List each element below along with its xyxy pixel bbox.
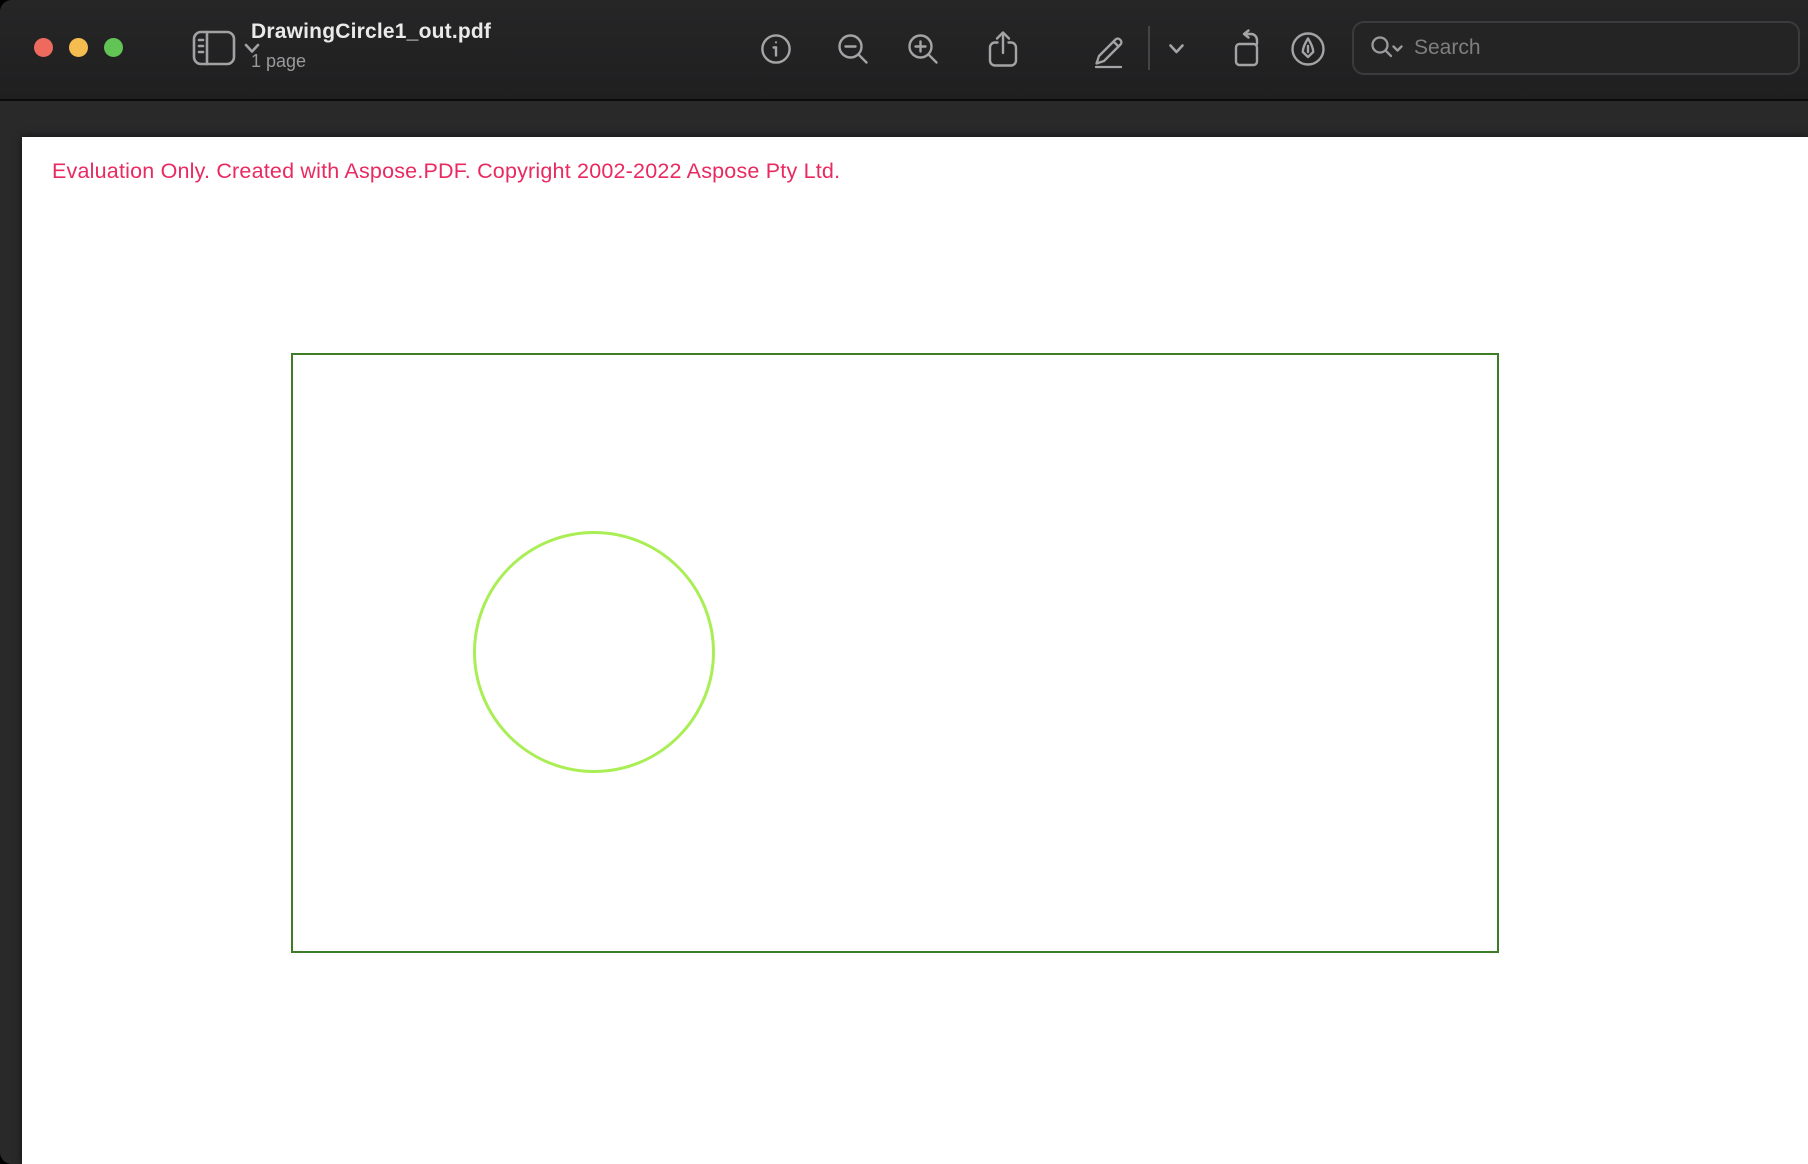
zoom-out-button[interactable]: [831, 27, 875, 71]
markup-options-button[interactable]: [1154, 27, 1198, 71]
toolbar-divider: [1148, 26, 1150, 70]
annotate-button[interactable]: [1286, 27, 1330, 71]
share-icon: [984, 29, 1022, 69]
minimize-button[interactable]: [69, 38, 88, 57]
search-icon: [1370, 35, 1404, 61]
search-placeholder: Search: [1414, 36, 1481, 60]
screen: DrawingCircle1_out.pdf 1 page: [0, 0, 1808, 1164]
search-input[interactable]: Search: [1352, 21, 1800, 75]
info-button[interactable]: [754, 27, 798, 71]
close-button[interactable]: [34, 38, 53, 57]
markup-pen-icon: [1088, 29, 1128, 69]
drawn-circle: [473, 531, 715, 773]
zoom-in-button[interactable]: [901, 27, 945, 71]
preview-window: DrawingCircle1_out.pdf 1 page: [0, 0, 1808, 1164]
rotate-left-button[interactable]: [1225, 27, 1269, 71]
chevron-down-icon: [1168, 43, 1185, 55]
document-title-block: DrawingCircle1_out.pdf 1 page: [251, 20, 491, 72]
title-bar: DrawingCircle1_out.pdf 1 page: [0, 0, 1808, 101]
zoom-button[interactable]: [104, 38, 123, 57]
window-title: DrawingCircle1_out.pdf: [251, 20, 491, 44]
pdf-page: Evaluation Only. Created with Aspose.PDF…: [22, 137, 1808, 1164]
share-button[interactable]: [981, 27, 1025, 71]
sidebar-icon: [192, 30, 236, 66]
info-icon: [758, 31, 794, 67]
zoom-in-icon: [905, 31, 941, 67]
traffic-lights: [34, 38, 123, 57]
evaluation-watermark: Evaluation Only. Created with Aspose.PDF…: [52, 159, 840, 184]
zoom-out-icon: [835, 31, 871, 67]
rotate-left-icon: [1228, 29, 1266, 69]
markup-button[interactable]: [1086, 27, 1130, 71]
sidebar-toggle-button[interactable]: [192, 30, 260, 66]
page-count-label: 1 page: [251, 51, 491, 72]
document-view: Evaluation Only. Created with Aspose.PDF…: [0, 103, 1808, 1164]
pen-nib-circle-icon: [1288, 29, 1328, 69]
